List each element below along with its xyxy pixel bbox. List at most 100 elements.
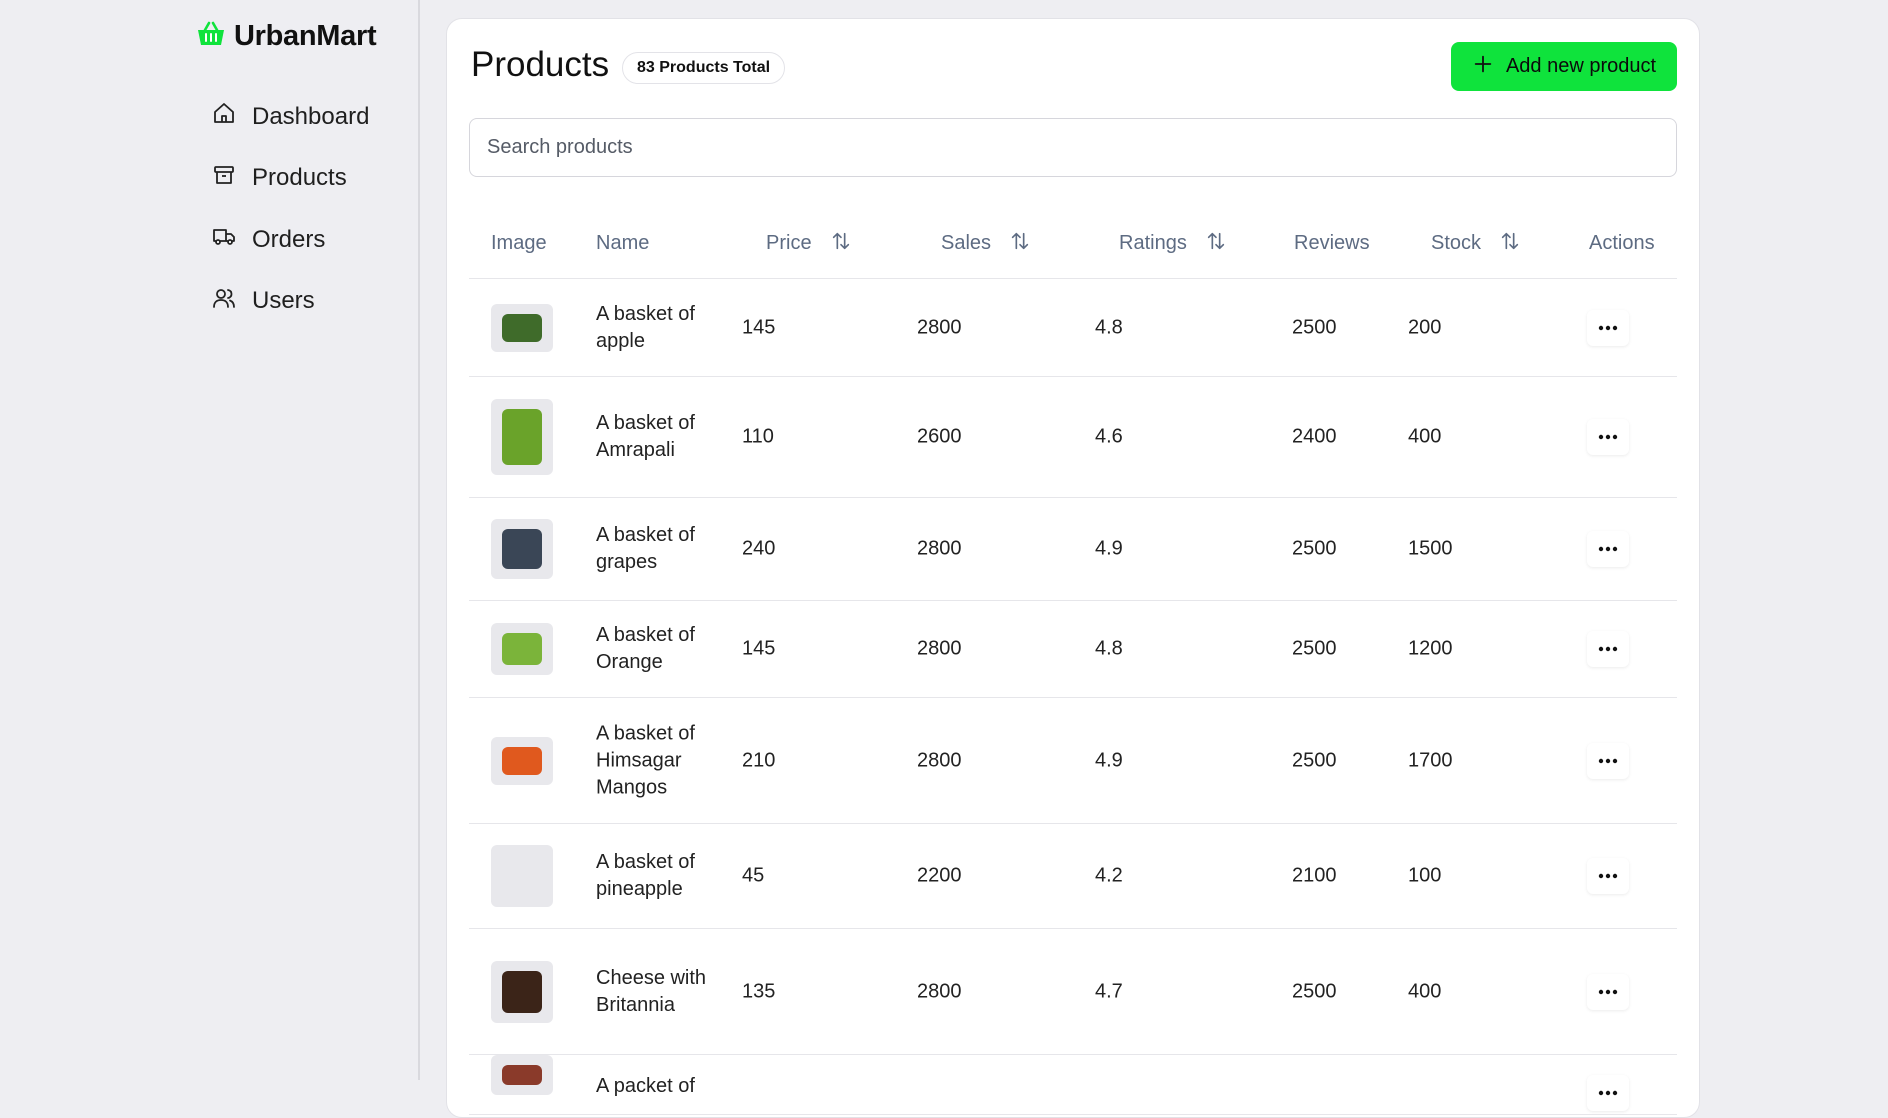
- product-thumbnail: [491, 519, 553, 579]
- add-product-label: Add new product: [1505, 55, 1657, 77]
- sidebar-item-label: Dashboard: [252, 102, 370, 130]
- product-name: A packet of: [596, 1075, 695, 1097]
- archive-icon: [212, 163, 236, 194]
- table-body: A basket of apple 145 2800 4.8 2500 200 A bask…: [469, 279, 1677, 1115]
- more-horizontal-icon: [1597, 540, 1619, 558]
- cell-reviews: 2500: [1292, 537, 1337, 560]
- sort-icon[interactable]: [830, 230, 852, 258]
- cell-sales: 2800: [917, 637, 962, 660]
- product-image: [502, 1065, 542, 1085]
- search-input[interactable]: [469, 118, 1677, 177]
- more-horizontal-icon: [1597, 428, 1619, 446]
- cell-price: 145: [742, 316, 776, 338]
- row-actions-button[interactable]: [1587, 309, 1629, 346]
- cell-price: 135: [742, 980, 776, 1002]
- more-horizontal-icon: [1597, 983, 1619, 1001]
- product-name: A basket of Himsagar Mangos: [596, 722, 695, 798]
- header-ratings: Ratings: [1119, 230, 1227, 258]
- product-image: [502, 633, 542, 665]
- product-thumbnail: [491, 845, 553, 907]
- row-actions-button[interactable]: [1587, 419, 1629, 455]
- product-thumbnail: [491, 1055, 553, 1095]
- table-row[interactable]: A basket of grapes 240 2800 4.9 2500 1500: [469, 498, 1677, 601]
- table-header: Image Name Price Sales Ratings Reviews S…: [469, 209, 1677, 279]
- cell-reviews: 2500: [1292, 749, 1337, 771]
- sidebar-item-products[interactable]: Products: [212, 148, 369, 210]
- header-price: Price: [766, 230, 852, 258]
- row-actions-button[interactable]: [1587, 742, 1629, 779]
- table-row[interactable]: A basket of apple 145 2800 4.8 2500 200: [469, 279, 1677, 377]
- cell-stock: 400: [1408, 980, 1442, 1002]
- cell-ratings: 4.6: [1095, 425, 1123, 448]
- products-table: Image Name Price Sales Ratings Reviews S…: [469, 209, 1677, 1115]
- cell-reviews: 2500: [1292, 316, 1337, 338]
- product-image: [502, 313, 542, 342]
- truck-icon: [212, 224, 236, 255]
- table-row[interactable]: A packet of: [469, 1055, 1677, 1115]
- product-image: [502, 529, 542, 569]
- row-actions-button[interactable]: [1587, 858, 1629, 894]
- table-row[interactable]: A basket of pineapple 45 2200 4.2 2100 100: [469, 824, 1677, 929]
- cell-stock: 1700: [1408, 749, 1453, 771]
- product-thumbnail: [491, 960, 553, 1023]
- sort-icon[interactable]: [1499, 230, 1521, 258]
- sidebar-item-orders[interactable]: Orders: [212, 209, 369, 271]
- table-row[interactable]: A basket of Amrapali 110 2600 4.6 2400 400: [469, 377, 1677, 498]
- sidebar-item-dashboard[interactable]: Dashboard: [212, 86, 369, 148]
- cell-ratings: 4.8: [1095, 637, 1123, 660]
- product-name: Cheese with Britannia: [596, 966, 707, 1016]
- product-image: [502, 746, 542, 775]
- cell-reviews: 2100: [1292, 864, 1337, 887]
- header-stock: Stock: [1431, 230, 1521, 258]
- product-image: [502, 409, 542, 465]
- sidebar-item-label: Users: [252, 287, 315, 315]
- cell-sales: 2800: [917, 537, 962, 560]
- plus-icon: [1472, 53, 1494, 81]
- sidebar-nav: Dashboard Products Orders Users: [212, 86, 369, 332]
- cell-stock: 1500: [1408, 537, 1453, 560]
- brand-name: UrbanMart: [234, 20, 377, 52]
- add-product-button[interactable]: Add new product: [1451, 42, 1677, 91]
- row-actions-button[interactable]: [1587, 531, 1629, 567]
- table-row[interactable]: A basket of Himsagar Mangos 210 2800 4.9 250…: [469, 698, 1677, 824]
- home-icon: [212, 101, 236, 132]
- cell-ratings: 4.2: [1095, 864, 1123, 887]
- cell-reviews: 2400: [1292, 425, 1337, 448]
- brand[interactable]: UrbanMart: [196, 20, 377, 53]
- product-thumbnail: [491, 303, 553, 352]
- products-panel: Products 83 Products Total Add new produ…: [446, 18, 1700, 1118]
- product-thumbnail: [491, 736, 553, 785]
- product-image: [502, 970, 542, 1013]
- cell-reviews: 2500: [1292, 637, 1337, 660]
- row-actions-button[interactable]: [1587, 631, 1629, 667]
- sort-icon[interactable]: [1205, 230, 1227, 258]
- sidebar-item-label: Products: [252, 164, 347, 192]
- cell-stock: 100: [1408, 864, 1442, 887]
- cell-stock: 1200: [1408, 637, 1453, 660]
- sort-icon[interactable]: [1009, 230, 1031, 258]
- product-name: A basket of pineapple: [596, 851, 695, 900]
- cell-reviews: 2500: [1292, 980, 1337, 1002]
- header-reviews: Reviews: [1294, 232, 1370, 254]
- product-thumbnail: [491, 399, 553, 475]
- sidebar-item-users[interactable]: Users: [212, 271, 369, 333]
- header-sales: Sales: [941, 230, 1031, 258]
- table-row[interactable]: Cheese with Britannia 135 2800 4.7 2500 400: [469, 929, 1677, 1055]
- total-badge: 83 Products Total: [622, 52, 786, 84]
- cell-sales: 2800: [917, 980, 962, 1002]
- row-actions-button[interactable]: [1587, 973, 1629, 1010]
- cell-price: 45: [742, 864, 765, 887]
- page-title: Products: [471, 45, 610, 84]
- more-horizontal-icon: [1597, 752, 1619, 770]
- header-name: Name: [596, 232, 650, 254]
- product-thumbnail: [491, 623, 553, 675]
- cell-sales: 2200: [917, 864, 962, 887]
- cell-ratings: 4.8: [1095, 316, 1123, 338]
- cell-sales: 2600: [917, 425, 962, 448]
- cell-ratings: 4.9: [1095, 537, 1123, 560]
- header-actions: Actions: [1589, 232, 1655, 254]
- cell-ratings: 4.9: [1095, 749, 1123, 771]
- row-actions-button[interactable]: [1587, 1075, 1629, 1111]
- table-row[interactable]: A basket of Orange 145 2800 4.8 2500 1200: [469, 601, 1677, 698]
- cell-ratings: 4.7: [1095, 980, 1123, 1002]
